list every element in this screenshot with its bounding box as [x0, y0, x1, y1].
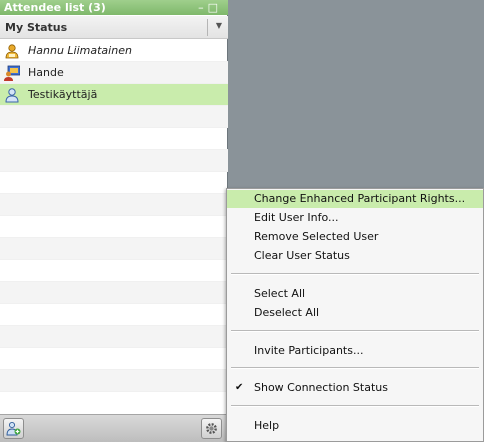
attendee-panel: Attendee list (3) –□ My Status ▼ Hannu L…: [0, 0, 228, 442]
menu-edit-user-info[interactable]: Edit User Info...: [227, 209, 483, 227]
empty-row: [0, 370, 228, 392]
user-icon: [5, 88, 19, 103]
menu-select-all[interactable]: Select All: [227, 285, 483, 303]
menu-show-connection-status[interactable]: ✔ Show Connection Status: [227, 379, 483, 397]
empty-row: [0, 282, 228, 304]
menu-item-label: Remove Selected User: [254, 230, 379, 243]
panel-title-bar: Attendee list (3) –□: [0, 0, 228, 15]
menu-remove-selected-user[interactable]: Remove Selected User: [227, 228, 483, 246]
dropdown-separator: [207, 19, 208, 36]
my-status-label: My Status: [5, 21, 68, 34]
menu-clear-user-status[interactable]: Clear User Status: [227, 247, 483, 265]
attendee-name: Hande: [28, 66, 64, 79]
menu-separator: [231, 405, 479, 407]
empty-row: [0, 260, 228, 282]
empty-row: [0, 194, 228, 216]
menu-item-label: Change Enhanced Participant Rights...: [254, 192, 466, 205]
menu-deselect-all[interactable]: Deselect All: [227, 304, 483, 322]
empty-row: [0, 348, 228, 370]
menu-item-label: Clear User Status: [254, 249, 350, 262]
menu-separator: [231, 330, 479, 332]
menu-item-label: Invite Participants...: [254, 344, 364, 357]
empty-row: [0, 106, 228, 128]
menu-item-label: Select All: [254, 287, 306, 300]
attendee-row-testikayttaja[interactable]: Testikäyttäjä: [0, 84, 228, 106]
panel-toolbar: [0, 414, 228, 442]
empty-row: [0, 304, 228, 326]
menu-item-label: Help: [254, 419, 280, 432]
menu-separator: [231, 273, 479, 275]
screen-share-user-icon: [4, 65, 20, 81]
context-menu: Change Enhanced Participant Rights... Ed…: [226, 188, 484, 442]
settings-button[interactable]: [201, 418, 222, 439]
menu-change-rights[interactable]: Change Enhanced Participant Rights...: [227, 190, 483, 208]
attendee-row-hannu[interactable]: Hannu Liimatainen: [0, 40, 228, 62]
attendee-list: Hannu Liimatainen Hande Testikäyttäjä: [0, 40, 228, 392]
presenter-icon: [5, 44, 19, 59]
menu-invite-participants[interactable]: Invite Participants...: [227, 342, 483, 360]
menu-help[interactable]: Help: [227, 417, 483, 435]
my-status-dropdown[interactable]: My Status ▼: [0, 16, 228, 39]
attendee-name: Testikäyttäjä: [28, 88, 98, 101]
add-participant-button[interactable]: [3, 418, 24, 439]
panel-title: Attendee list (3): [4, 1, 106, 14]
empty-row: [0, 128, 228, 150]
window-buttons[interactable]: –□: [198, 0, 222, 15]
menu-item-label: Deselect All: [254, 306, 320, 319]
menu-item-label: Edit User Info...: [254, 211, 339, 224]
empty-row: [0, 150, 228, 172]
empty-row: [0, 326, 228, 348]
attendee-row-hande[interactable]: Hande: [0, 62, 228, 84]
empty-row: [0, 172, 228, 194]
chevron-down-icon[interactable]: ▼: [216, 21, 222, 30]
menu-item-label: Show Connection Status: [254, 381, 388, 394]
settings-gear-icon: [206, 423, 217, 434]
checkmark-icon: ✔: [235, 382, 244, 393]
attendee-name: Hannu Liimatainen: [28, 44, 132, 57]
empty-row: [0, 238, 228, 260]
empty-row: [0, 216, 228, 238]
menu-separator: [231, 367, 479, 369]
add-participant-icon: [6, 421, 21, 436]
